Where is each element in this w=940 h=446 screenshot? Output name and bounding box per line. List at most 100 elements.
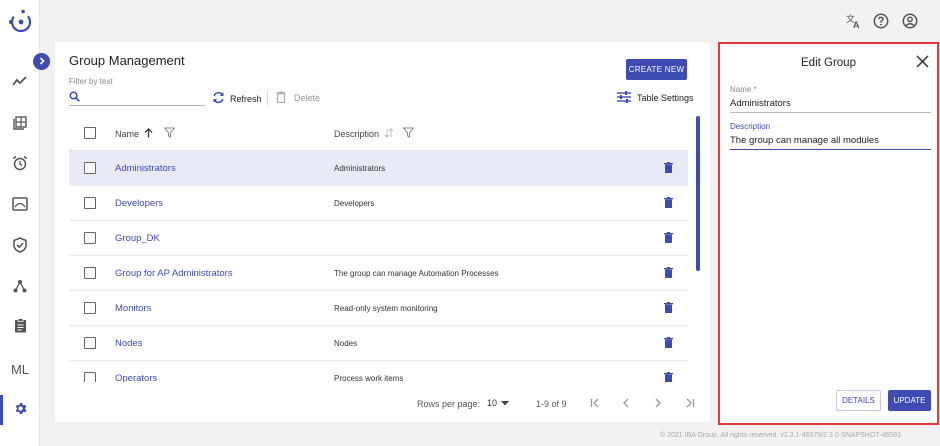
name-header-label: Name bbox=[115, 128, 140, 139]
table-settings-button[interactable]: Table Settings bbox=[617, 91, 694, 105]
table-row[interactable]: Group_DK bbox=[69, 221, 688, 256]
row-checkbox[interactable] bbox=[84, 232, 96, 244]
previous-page-icon[interactable] bbox=[619, 396, 633, 410]
delete-row-icon[interactable] bbox=[664, 232, 673, 246]
last-page-icon[interactable] bbox=[683, 396, 697, 410]
close-icon[interactable] bbox=[914, 53, 930, 69]
sort-unsorted-icon[interactable] bbox=[384, 127, 394, 140]
row-checkbox[interactable] bbox=[84, 197, 96, 209]
group-name-link[interactable]: Administrators bbox=[115, 163, 176, 174]
delete-row-icon[interactable] bbox=[664, 337, 673, 351]
translate-icon[interactable]: 文A bbox=[844, 12, 862, 30]
delete-row-icon[interactable] bbox=[664, 197, 673, 211]
next-page-icon[interactable] bbox=[651, 396, 665, 410]
chevron-right-icon bbox=[38, 56, 46, 68]
group-name-link[interactable]: Nodes bbox=[115, 338, 142, 349]
description-column-header[interactable]: Description bbox=[334, 127, 415, 140]
delete-row-icon[interactable] bbox=[664, 302, 673, 316]
group-name-link[interactable]: Group_DK bbox=[115, 233, 160, 244]
group-description: Administrators bbox=[334, 164, 386, 173]
group-name-link[interactable]: Monitors bbox=[115, 303, 151, 314]
group-name-link[interactable]: Group for AP Administrators bbox=[115, 268, 233, 279]
tasks-nav-item[interactable] bbox=[0, 312, 40, 342]
description-field-label: Description bbox=[730, 122, 771, 131]
clipboard-icon bbox=[14, 318, 27, 336]
table-row[interactable]: Developers Developers bbox=[69, 186, 688, 221]
update-button[interactable]: UPDATE bbox=[888, 390, 931, 411]
delete-row-icon[interactable] bbox=[664, 162, 673, 176]
description-input[interactable] bbox=[730, 132, 931, 148]
row-checkbox[interactable] bbox=[84, 337, 96, 349]
pagination-bar: Rows per page: 10 1-9 of 9 bbox=[55, 388, 710, 418]
name-input[interactable] bbox=[730, 95, 931, 111]
account-icon[interactable] bbox=[901, 12, 919, 30]
delete-row-icon[interactable] bbox=[664, 372, 673, 382]
scrollbar-thumb[interactable] bbox=[696, 116, 700, 271]
group-description: Process work items bbox=[334, 374, 404, 382]
table-row[interactable]: Operators Process work items bbox=[69, 361, 688, 382]
details-button[interactable]: DETAILS bbox=[836, 390, 881, 411]
rows-per-page-select[interactable]: 10 bbox=[487, 398, 510, 408]
create-new-button[interactable]: CREATE NEW bbox=[626, 59, 687, 80]
dashboards-nav-item[interactable] bbox=[0, 109, 40, 139]
group-description: Nodes bbox=[334, 339, 358, 348]
row-checkbox[interactable] bbox=[84, 162, 96, 174]
row-checkbox[interactable] bbox=[84, 267, 96, 279]
app-logo-icon[interactable] bbox=[6, 9, 34, 35]
table-settings-label: Table Settings bbox=[637, 93, 694, 103]
table-row[interactable]: Monitors Read-only system monitoring bbox=[69, 291, 688, 326]
table-header: Name Description bbox=[69, 116, 688, 151]
table-row[interactable]: Administrators Administrators bbox=[69, 151, 688, 186]
monitoring-nav-item[interactable] bbox=[0, 190, 40, 220]
alarm-clock-icon bbox=[12, 155, 28, 174]
ml-nav-item[interactable]: ML bbox=[0, 354, 40, 384]
group-name-link[interactable]: Developers bbox=[115, 198, 163, 209]
group-description: Developers bbox=[334, 199, 375, 208]
group-management-panel: Group Management Filter by text Refresh … bbox=[55, 42, 710, 422]
table-row[interactable]: Group for AP Administrators The group can… bbox=[69, 256, 688, 291]
shield-check-icon bbox=[13, 236, 27, 256]
description-filter-icon[interactable] bbox=[402, 127, 415, 140]
refresh-label: Refresh bbox=[230, 93, 262, 104]
edit-group-panel: Edit Group Name * Description DETAILS UP… bbox=[718, 42, 939, 425]
description-header-label: Description bbox=[334, 128, 380, 139]
select-all-checkbox[interactable] bbox=[84, 127, 96, 139]
delete-row-icon[interactable] bbox=[664, 267, 673, 281]
group-name-link[interactable]: Operators bbox=[115, 373, 157, 382]
top-bar: 文A bbox=[40, 0, 940, 42]
trash-icon bbox=[276, 91, 286, 105]
rows-per-page-value: 10 bbox=[487, 398, 498, 408]
table-row[interactable]: Nodes Nodes bbox=[69, 326, 688, 361]
groups-table: Name Description Administrators Administr… bbox=[69, 116, 688, 382]
row-checkbox[interactable] bbox=[84, 372, 96, 382]
tune-icon bbox=[617, 91, 631, 105]
filter-label: Filter by text bbox=[69, 77, 113, 86]
ml-label: ML bbox=[10, 361, 30, 377]
refresh-button[interactable]: Refresh bbox=[212, 91, 262, 106]
description-field[interactable] bbox=[730, 132, 931, 150]
name-field[interactable] bbox=[730, 95, 931, 113]
delete-button[interactable]: Delete bbox=[276, 91, 320, 105]
footer-copyright: © 2021 IBA Group. All rights reserved. v… bbox=[660, 432, 901, 439]
security-nav-item[interactable] bbox=[0, 231, 40, 261]
analytics-nav-item[interactable] bbox=[0, 67, 40, 97]
row-checkbox[interactable] bbox=[84, 302, 96, 314]
schedules-nav-item[interactable] bbox=[0, 149, 40, 179]
expand-sidebar-button[interactable] bbox=[33, 53, 50, 70]
sort-ascending-icon[interactable] bbox=[144, 127, 153, 140]
hierarchy-icon bbox=[13, 279, 27, 296]
pagination-range: 1-9 of 9 bbox=[536, 399, 567, 409]
name-filter-icon[interactable] bbox=[163, 127, 176, 140]
toolbar-divider bbox=[267, 90, 268, 106]
filter-input[interactable] bbox=[83, 90, 203, 105]
filter-field[interactable] bbox=[69, 90, 205, 106]
dropdown-arrow-icon bbox=[501, 398, 510, 408]
group-description: The group can manage Automation Processe… bbox=[334, 269, 499, 278]
refresh-icon bbox=[212, 91, 225, 106]
search-icon bbox=[69, 91, 80, 105]
nodes-nav-item[interactable] bbox=[0, 272, 40, 302]
name-column-header[interactable]: Name bbox=[115, 127, 176, 140]
first-page-icon[interactable] bbox=[588, 396, 602, 410]
settings-nav-item[interactable] bbox=[0, 395, 40, 425]
help-icon[interactable] bbox=[872, 12, 890, 30]
